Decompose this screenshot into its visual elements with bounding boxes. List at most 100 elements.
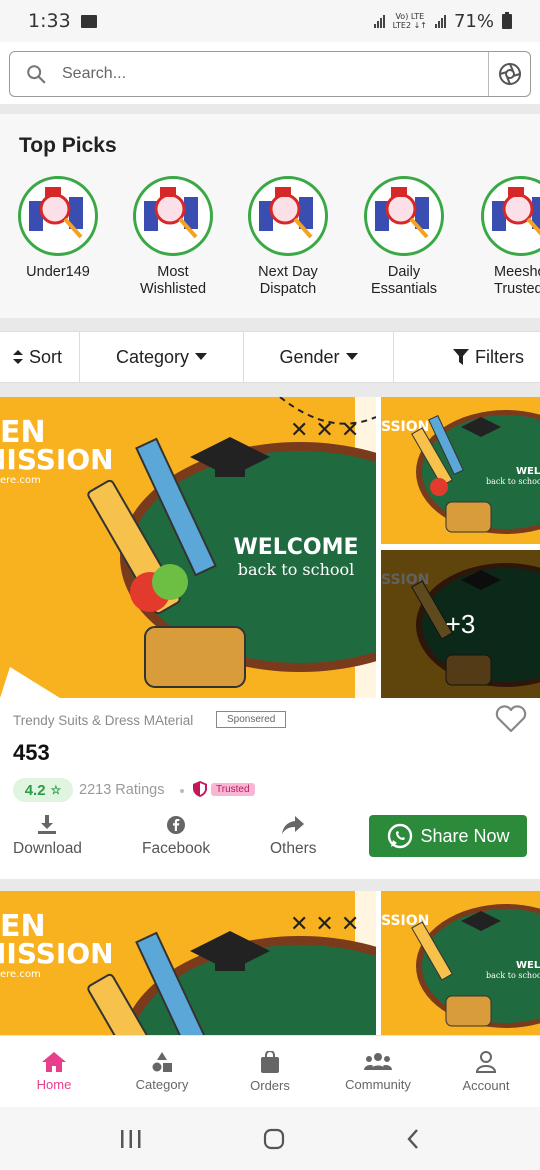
network-type: Vo) LTE LTE2 ↓↑ bbox=[392, 12, 427, 30]
signal-icon-2 bbox=[434, 14, 446, 28]
whatsapp-icon bbox=[388, 823, 413, 849]
top-picks-title: Top Picks bbox=[19, 134, 117, 157]
nav-orders-label: Orders bbox=[250, 1077, 290, 1093]
nav-home[interactable]: Home bbox=[0, 1036, 108, 1107]
product-main-image[interactable]: ✕ ✕ ✕ WELCOME back to school EN IISSION … bbox=[0, 397, 376, 698]
banner-welcome: WELCOME bbox=[233, 535, 358, 560]
nav-orders[interactable]: Orders bbox=[216, 1036, 324, 1107]
sort-label: Sort bbox=[29, 346, 63, 367]
sort-icon bbox=[13, 350, 23, 364]
svg-text:✕ ✕ ✕: ✕ ✕ ✕ bbox=[290, 912, 359, 937]
nav-community-label: Community bbox=[345, 1076, 411, 1092]
system-navigation bbox=[0, 1107, 540, 1170]
download-icon bbox=[13, 814, 82, 836]
product-main-image[interactable]: ✕ ✕ ✕ EN IISSION ere.com bbox=[0, 891, 376, 1036]
share-now-label: Share Now bbox=[420, 825, 510, 846]
bottom-navigation: Home Category Orders Community Account bbox=[0, 1035, 540, 1107]
chevron-down-icon bbox=[345, 353, 358, 360]
search-icon bbox=[10, 52, 62, 96]
trusted-label: Trusted bbox=[211, 782, 255, 796]
community-icon bbox=[364, 1052, 392, 1070]
top-pick-daily-essentials[interactable]: Daily Essantials bbox=[349, 176, 459, 298]
top-pick-image bbox=[481, 176, 540, 256]
shopping-bag-icon bbox=[261, 1050, 279, 1073]
nav-account[interactable]: Account bbox=[432, 1036, 540, 1107]
thumb-subtitle: back to school bbox=[486, 971, 540, 980]
product-thumbnail[interactable]: WELCOME back to school SSION bbox=[381, 891, 540, 1036]
account-icon bbox=[476, 1050, 496, 1073]
search-area bbox=[0, 42, 540, 104]
facebook-icon bbox=[142, 814, 210, 836]
sort-button[interactable]: Sort bbox=[0, 332, 80, 382]
ratings-count: 2213 Ratings bbox=[79, 782, 165, 798]
category-icon bbox=[152, 1051, 172, 1072]
download-button[interactable]: Download bbox=[13, 814, 82, 858]
top-pick-image bbox=[248, 176, 328, 256]
wishlist-heart-icon[interactable] bbox=[495, 705, 527, 738]
filter-bar: Sort Category Gender Filters bbox=[0, 331, 540, 383]
shield-icon bbox=[193, 781, 207, 797]
category-dropdown[interactable]: Category bbox=[80, 332, 244, 382]
banner-left-text: ere.com bbox=[0, 969, 41, 980]
back-icon[interactable] bbox=[406, 1128, 420, 1150]
product-card[interactable]: ✕ ✕ ✕ WELCOME back to school EN IISSION … bbox=[0, 397, 540, 879]
battery-icon bbox=[502, 11, 512, 29]
thumb-welcome: WELCOME bbox=[516, 960, 540, 971]
others-label: Others bbox=[270, 840, 317, 857]
product-thumbnail-more[interactable]: SSION +3 bbox=[381, 550, 540, 698]
top-pick-label: Most Wishlisted bbox=[139, 264, 207, 297]
star-icon: ☆ bbox=[50, 783, 62, 797]
filters-label: Filters bbox=[475, 346, 524, 367]
top-pick-label: Under149 bbox=[26, 264, 90, 280]
category-label: Category bbox=[115, 346, 190, 367]
search-bar[interactable] bbox=[9, 51, 531, 97]
battery-percent: 71% bbox=[453, 10, 494, 32]
filters-button[interactable]: Filters bbox=[394, 332, 540, 382]
nav-category[interactable]: Category bbox=[108, 1036, 216, 1107]
banner-subtitle: back to school bbox=[238, 560, 355, 579]
thumb-subtitle: back to school bbox=[486, 477, 540, 486]
top-pick-label: Next Day Dispatch bbox=[258, 264, 318, 297]
rating-value: 4.2 bbox=[24, 781, 46, 799]
filter-icon bbox=[453, 349, 469, 365]
nav-category-label: Category bbox=[135, 1076, 189, 1092]
gallery-icon bbox=[80, 14, 97, 28]
separator-dot bbox=[180, 789, 184, 793]
svg-text:✕ ✕ ✕: ✕ ✕ ✕ bbox=[290, 418, 359, 443]
chevron-down-icon bbox=[195, 353, 208, 360]
product-price: 453 bbox=[13, 740, 50, 765]
top-pick-image bbox=[133, 176, 213, 256]
nav-account-label: Account bbox=[462, 1077, 510, 1093]
facebook-share-button[interactable]: Facebook bbox=[142, 814, 210, 858]
home-icon bbox=[42, 1051, 66, 1072]
sponsored-badge: Sponsered bbox=[216, 711, 287, 728]
rating-badge: 4.2 ☆ bbox=[13, 778, 73, 802]
more-images-count: +3 bbox=[381, 550, 540, 698]
recent-apps-icon[interactable] bbox=[120, 1129, 142, 1149]
share-now-button[interactable]: Share Now bbox=[369, 815, 527, 857]
top-pick-most-wishlisted[interactable]: Most Wishlisted bbox=[118, 176, 228, 298]
top-pick-label: Daily Essantials bbox=[370, 264, 438, 297]
nav-community[interactable]: Community bbox=[324, 1036, 432, 1107]
camera-search-icon[interactable] bbox=[488, 52, 530, 96]
status-time: 1:33 bbox=[28, 10, 71, 32]
top-pick-next-day-dispatch[interactable]: Next Day Dispatch bbox=[233, 176, 343, 298]
signal-icon bbox=[373, 14, 385, 28]
product-card[interactable]: ✕ ✕ ✕ EN IISSION ere.com WELCOME back to… bbox=[0, 891, 540, 1036]
home-system-icon[interactable] bbox=[263, 1128, 285, 1150]
banner-left-text: IISSION bbox=[0, 937, 114, 970]
top-pick-image bbox=[364, 176, 444, 256]
banner-left-text: ere.com bbox=[0, 475, 41, 486]
others-share-button[interactable]: Others bbox=[270, 814, 317, 858]
gender-dropdown[interactable]: Gender bbox=[244, 332, 394, 382]
product-thumbnail[interactable]: WELCOME back to school SSION bbox=[381, 397, 540, 544]
forward-arrow-icon bbox=[270, 814, 317, 836]
banner-left-text: IISSION bbox=[0, 443, 114, 476]
nav-home-label: Home bbox=[36, 1076, 72, 1092]
facebook-label: Facebook bbox=[142, 840, 211, 857]
top-pick-under149[interactable]: Under149 bbox=[3, 176, 113, 281]
gender-label: Gender bbox=[279, 346, 340, 367]
seller-name: Trendy Suits & Dress MAterial bbox=[13, 713, 194, 728]
top-pick-meesho-trusted[interactable]: Meesho Trusted bbox=[464, 176, 540, 298]
search-input[interactable] bbox=[62, 65, 488, 83]
